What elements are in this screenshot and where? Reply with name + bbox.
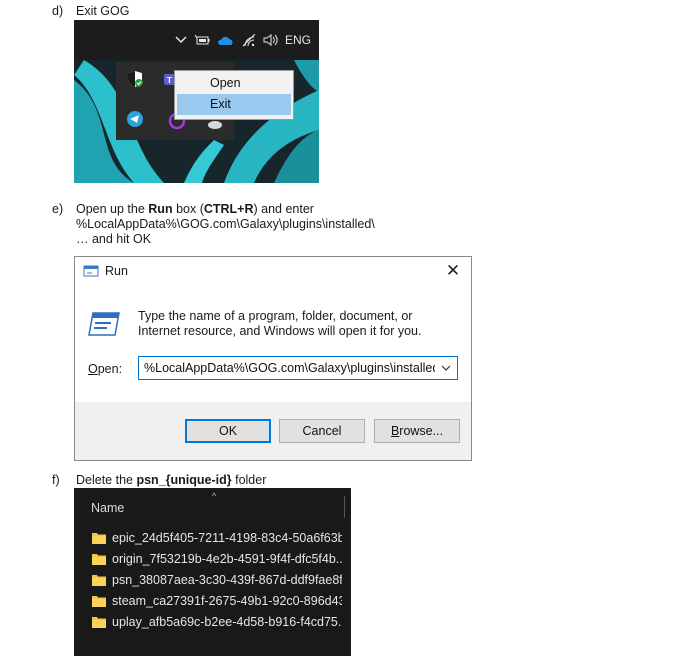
step-f-text-post: folder (231, 473, 267, 487)
open-label-accesskey: O (88, 362, 98, 376)
folder-row[interactable]: origin_7f53219b-4e2b-4591-9f4f-dfc5f4b..… (92, 549, 342, 569)
step-d-caption: d) Exit GOG (52, 4, 129, 19)
open-combobox[interactable] (138, 356, 458, 380)
run-dialog: Run ✕ Type the name of a program, folder… (74, 256, 472, 461)
step-e-shortcut-bold: CTRL+R (203, 202, 254, 216)
sort-ascending-icon: ^ (212, 491, 217, 501)
step-f-caption: f) Delete the psn_{unique-id} folder (52, 473, 266, 488)
run-content: Type the name of a program, folder, docu… (75, 285, 471, 402)
wifi-icon[interactable] (242, 33, 256, 47)
folder-icon (92, 533, 106, 544)
close-icon[interactable]: ✕ (443, 261, 463, 281)
step-e-run-bold: Run (148, 202, 173, 216)
run-description: Type the name of a program, folder, docu… (138, 309, 422, 338)
step-e-caption: e) Open up the Run box (CTRL+R) and enter (52, 202, 314, 217)
folder-icon (92, 617, 106, 628)
system-tray-screenshot: ENG T Open Exit (74, 20, 319, 183)
cancel-button[interactable]: Cancel (279, 419, 365, 443)
browse-button[interactable]: Browse... (374, 419, 460, 443)
svg-text:T: T (167, 76, 172, 85)
step-f-text-pre: Delete the (76, 473, 137, 487)
open-label-rest: pen: (97, 362, 123, 376)
run-program-icon (88, 312, 120, 336)
folder-row[interactable]: steam_ca27391f-2675-49b1-92c0-896d43... (92, 591, 342, 611)
run-titlebar: Run ✕ (75, 257, 471, 285)
chevron-up-icon[interactable] (175, 36, 187, 44)
step-f-folder-bold: psn_{unique-id} (136, 473, 232, 487)
folder-name: origin_7f53219b-4e2b-4591-9f4f-dfc5f4b..… (112, 552, 342, 566)
folder-name: steam_ca27391f-2675-49b1-92c0-896d43... (112, 594, 342, 608)
folder-name: epic_24d5f405-7211-4198-83c4-50a6f63b... (112, 531, 342, 545)
browse-label-rest: rowse... (399, 424, 444, 438)
folder-icon (92, 596, 106, 607)
folder-name: psn_38087aea-3c30-439f-867d-ddf9fae8f... (112, 573, 342, 587)
ok-button[interactable]: OK (185, 419, 271, 443)
taskbar: ENG (74, 20, 319, 60)
step-e-ok-line: … and hit OK (76, 232, 151, 247)
step-f-letter: f) (52, 473, 60, 487)
folder-row[interactable]: uplay_afb5a69c-b2ee-4d58-b916-f4cd75... (92, 612, 342, 632)
language-indicator[interactable]: ENG (285, 33, 311, 47)
step-e-line1-post: ) and enter (253, 202, 314, 216)
step-e-path-text: %LocalAppData%\GOG.com\Galaxy\plugins\in… (76, 217, 375, 231)
open-input[interactable] (139, 357, 435, 379)
step-e-ok-text: … and hit OK (76, 232, 152, 246)
step-d-text: Exit GOG (76, 4, 130, 18)
windows-security-shield-icon[interactable] (126, 70, 144, 88)
step-e-letter: e) (52, 202, 64, 216)
step-e-path-line: %LocalAppData%\GOG.com\Galaxy\plugins\in… (76, 217, 375, 232)
run-app-icon (83, 265, 99, 277)
step-e-line1-mid: box ( (172, 202, 204, 216)
folder-row[interactable]: epic_24d5f405-7211-4198-83c4-50a6f63b... (92, 528, 342, 548)
explorer-file-list: ^ Name epic_24d5f405-7211-4198-83c4-50a6… (74, 488, 351, 656)
onedrive-cloud-icon[interactable] (217, 35, 235, 46)
context-menu-exit[interactable]: Exit (177, 94, 291, 115)
column-header-name[interactable]: Name (91, 501, 124, 515)
folder-icon (92, 575, 106, 586)
folder-name: uplay_afb5a69c-b2ee-4d58-b916-f4cd75... (112, 615, 342, 629)
telegram-icon[interactable] (126, 110, 144, 128)
folder-row[interactable]: psn_38087aea-3c30-439f-867d-ddf9fae8f... (92, 570, 342, 590)
step-e-line1-pre: Open up the (76, 202, 149, 216)
tray-context-menu: Open Exit (174, 70, 294, 120)
folder-icon (92, 554, 106, 565)
chevron-down-icon[interactable] (438, 360, 454, 376)
volume-icon[interactable] (263, 34, 278, 46)
battery-charging-icon[interactable] (194, 34, 210, 46)
step-d-letter: d) (52, 4, 64, 18)
open-label: Open: (88, 362, 122, 376)
column-divider[interactable] (344, 496, 345, 518)
context-menu-open[interactable]: Open (177, 73, 291, 94)
run-title: Run (105, 264, 128, 278)
